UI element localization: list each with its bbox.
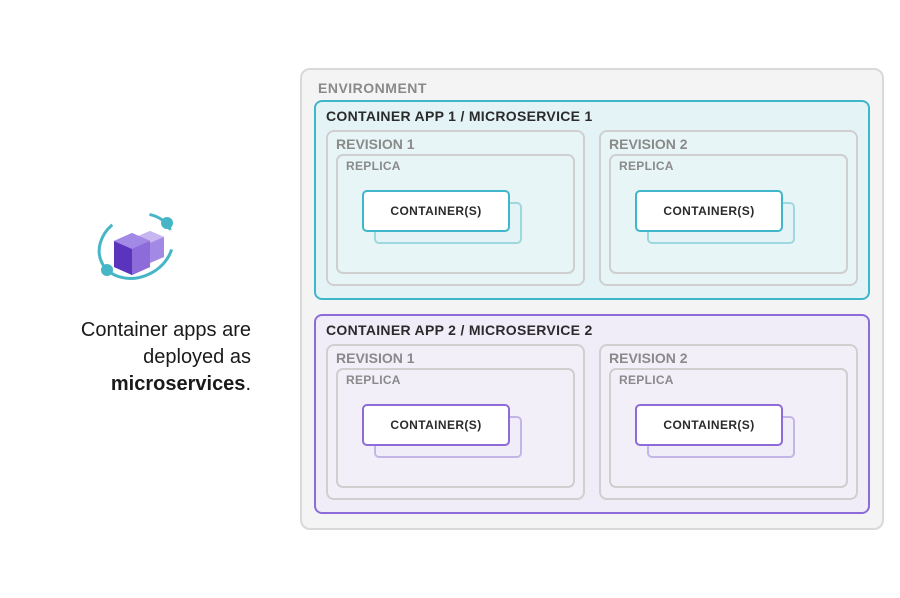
container-app-1: CONTAINER APP 1 / MICROSERVICE 1 REVISIO… <box>314 100 870 300</box>
revision-label: REVISION 2 <box>609 136 848 152</box>
replica-label: REPLICA <box>619 373 838 387</box>
container-apps-icon <box>86 201 186 291</box>
caption-line-1: Container apps are <box>81 319 251 341</box>
caption-bold: microservices <box>111 373 246 395</box>
replica-box: REPLICA CONTAINER(S) <box>336 368 575 488</box>
replica-box: REPLICA CONTAINER(S) <box>609 154 848 274</box>
environment-box: ENVIRONMENT CONTAINER APP 1 / MICROSERVI… <box>300 68 884 530</box>
caption-suffix: . <box>245 373 251 395</box>
app-2-revision-2: REVISION 2 REPLICA CONTAINER(S) <box>599 344 858 500</box>
replica-box: REPLICA CONTAINER(S) <box>609 368 848 488</box>
container-label: CONTAINER(S) <box>663 418 754 432</box>
environment-label: ENVIRONMENT <box>318 80 870 96</box>
container-label: CONTAINER(S) <box>663 204 754 218</box>
replica-label: REPLICA <box>619 159 838 173</box>
container-front-card: CONTAINER(S) <box>635 190 783 232</box>
app-2-revisions: REVISION 1 REPLICA CONTAINER(S) REVISION… <box>326 344 858 500</box>
revision-label: REVISION 1 <box>336 136 575 152</box>
replica-label: REPLICA <box>346 373 565 387</box>
container-front-card: CONTAINER(S) <box>362 190 510 232</box>
app-2-title: CONTAINER APP 2 / MICROSERVICE 2 <box>326 322 858 338</box>
container-app-2: CONTAINER APP 2 / MICROSERVICE 2 REVISIO… <box>314 314 870 514</box>
container-front-card: CONTAINER(S) <box>362 404 510 446</box>
app-1-revisions: REVISION 1 REPLICA CONTAINER(S) REVISION… <box>326 130 858 286</box>
replica-label: REPLICA <box>346 159 565 173</box>
revision-label: REVISION 1 <box>336 350 575 366</box>
app-1-revision-2: REVISION 2 REPLICA CONTAINER(S) <box>599 130 858 286</box>
container-label: CONTAINER(S) <box>390 204 481 218</box>
caption-line-2: deployed as <box>143 346 251 368</box>
revision-label: REVISION 2 <box>609 350 848 366</box>
app-2-revision-1: REVISION 1 REPLICA CONTAINER(S) <box>326 344 585 500</box>
caption-text: Container apps are deployed as microserv… <box>21 317 251 398</box>
app-1-revision-1: REVISION 1 REPLICA CONTAINER(S) <box>326 130 585 286</box>
container-front-card: CONTAINER(S) <box>635 404 783 446</box>
diagram-column: ENVIRONMENT CONTAINER APP 1 / MICROSERVI… <box>300 68 900 530</box>
left-column: Container apps are deployed as microserv… <box>0 201 300 398</box>
app-1-title: CONTAINER APP 1 / MICROSERVICE 1 <box>326 108 858 124</box>
replica-box: REPLICA CONTAINER(S) <box>336 154 575 274</box>
container-label: CONTAINER(S) <box>390 418 481 432</box>
